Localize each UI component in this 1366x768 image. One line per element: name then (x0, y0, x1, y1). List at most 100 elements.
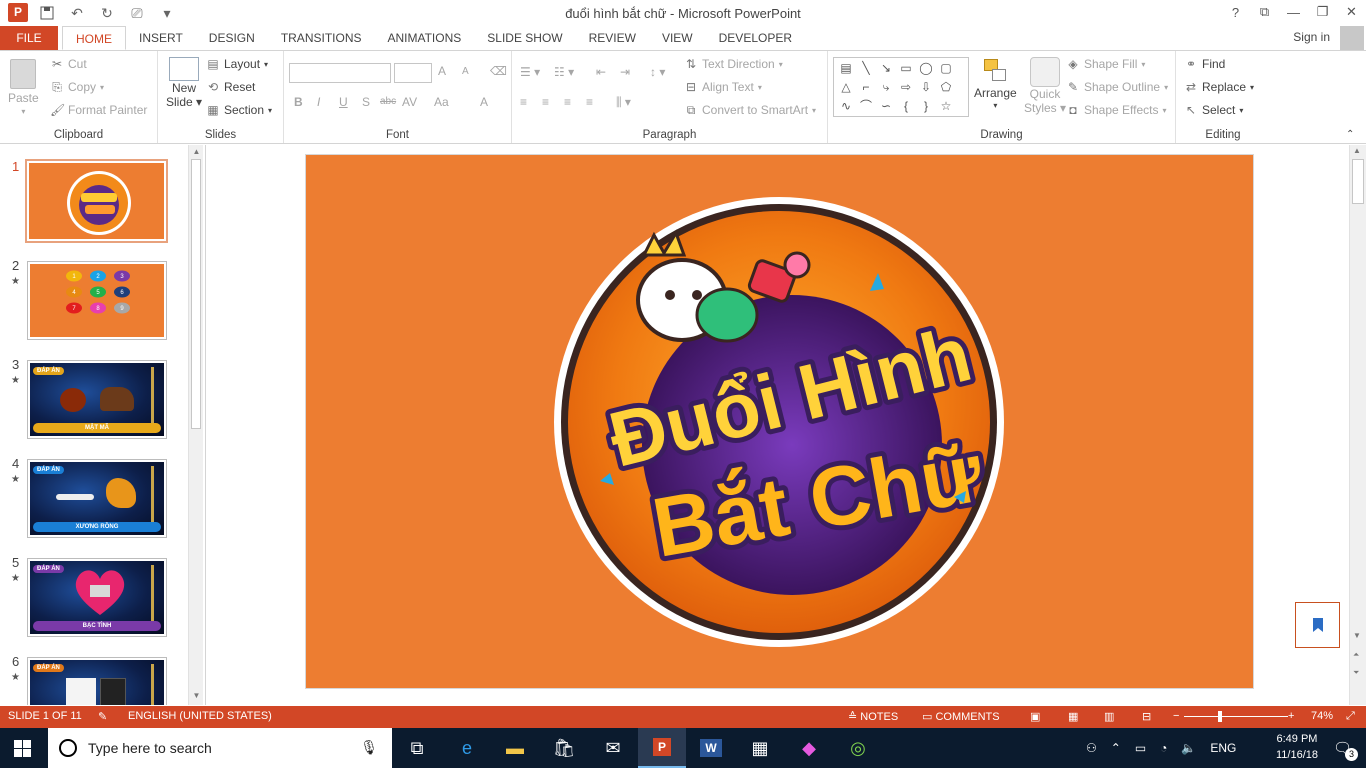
rounded-rect-shape-icon[interactable]: ▢ (936, 59, 956, 78)
justify-icon[interactable]: ≡ (586, 95, 593, 109)
tab-animations[interactable]: ANIMATIONS (374, 26, 474, 50)
next-slide-icon[interactable]: ⏷ (1353, 668, 1359, 678)
tab-slide-show[interactable]: SLIDE SHOW (474, 26, 575, 50)
arc-shape-icon[interactable]: ⌒ (856, 97, 876, 116)
scroll-down-icon[interactable]: ▼ (1353, 631, 1361, 640)
scroll-up-icon[interactable]: ▲ (1353, 146, 1361, 155)
star-shape-icon[interactable]: ☆ (936, 97, 956, 116)
help-button[interactable]: ? (1221, 0, 1250, 24)
scroll-down-icon[interactable]: ▼ (189, 691, 204, 700)
store-icon[interactable]: 🛍 (540, 728, 588, 768)
collapse-ribbon-icon[interactable]: ⌃ (1346, 129, 1354, 140)
textbox-shape-icon[interactable]: ▤ (836, 59, 856, 78)
align-right-icon[interactable]: ≡ (564, 95, 571, 109)
font-name-combo[interactable] (289, 63, 391, 83)
bullets-icon[interactable]: ☰ ▾ (520, 65, 540, 79)
thumbnail-scrollbar[interactable]: ▲ ▼ (188, 145, 203, 705)
clock[interactable]: 6:49 PM 11/16/18 (1276, 731, 1318, 763)
columns-icon[interactable]: ⫼ ▾ (616, 95, 631, 110)
zoom-slider[interactable] (1184, 716, 1288, 717)
strikethrough-button[interactable]: abc (380, 96, 396, 107)
change-case-button[interactable]: Aa (434, 95, 449, 109)
ribbon-display-options-button[interactable]: ⧉ (1250, 0, 1279, 24)
arrange-button[interactable]: Arrange ▾ (974, 57, 1017, 110)
shape-fill-button[interactable]: ◈ Shape Fill ▾ (1066, 57, 1145, 71)
windows-start-icon[interactable] (14, 740, 31, 757)
elbow-connector-shape-icon[interactable]: ⤷ (876, 78, 896, 97)
normal-view-icon[interactable]: ▣ (1030, 710, 1040, 723)
text-direction-button[interactable]: ⇅ Text Direction ▾ (684, 57, 783, 71)
char-spacing-button[interactable]: AV (402, 95, 417, 109)
find-button[interactable]: ⚭ Find (1184, 57, 1225, 71)
game-logo[interactable]: Đuổi Hình Bắt Chữ (552, 195, 1007, 650)
edge-icon[interactable]: e (443, 728, 491, 768)
align-center-icon[interactable]: ≡ (542, 95, 549, 109)
select-button[interactable]: ↖ Select ▾ (1184, 103, 1243, 117)
input-language[interactable]: ENG (1210, 741, 1236, 755)
increase-indent-icon[interactable]: ⇥ (620, 65, 630, 79)
scroll-thumb[interactable] (191, 159, 201, 429)
scroll-thumb[interactable] (1352, 159, 1364, 204)
layout-button[interactable]: ▤ Layout ▾ (206, 57, 268, 71)
grow-font-button[interactable]: A (438, 64, 446, 78)
section-button[interactable]: ▦ Section ▾ (206, 103, 272, 117)
align-text-button[interactable]: ⊟ Align Text ▾ (684, 80, 762, 94)
volume-icon[interactable]: 🔈 (1181, 741, 1196, 755)
task-view-icon[interactable]: ⧉ (393, 728, 441, 768)
current-slide[interactable]: Đuổi Hình Bắt Chữ (305, 154, 1254, 689)
close-button[interactable]: ✕ (1337, 0, 1366, 24)
wifi-icon[interactable]: ◔ (1160, 741, 1167, 755)
show-hidden-icons-icon[interactable]: ⌃ (1111, 741, 1121, 755)
down-arrow-shape-icon[interactable]: ⇩ (916, 78, 936, 97)
slide-thumbnail-2[interactable]: 1 2 3 4 5 6 7 8 9 (27, 261, 167, 340)
sign-in-link[interactable]: Sign in (1293, 30, 1330, 44)
font-color-button[interactable]: A (480, 95, 488, 109)
slideshow-view-icon[interactable]: ⊟ (1142, 710, 1151, 723)
tab-developer[interactable]: DEVELOPER (706, 26, 805, 50)
oval-shape-icon[interactable]: ◯ (916, 59, 936, 78)
replace-button[interactable]: ⇄ Replace ▾ (1184, 80, 1254, 94)
tab-home[interactable]: HOME (62, 26, 126, 50)
spell-check-icon[interactable]: ✎ (98, 710, 107, 723)
brace-right-shape-icon[interactable]: } (916, 97, 936, 116)
shrink-font-button[interactable]: A (462, 66, 469, 77)
tab-insert[interactable]: INSERT (126, 26, 196, 50)
line-shape-icon[interactable]: ╲ (856, 59, 876, 78)
freeform-shape-icon[interactable]: ⬠ (936, 78, 956, 97)
zoom-level[interactable]: 74% (1311, 710, 1333, 722)
avatar[interactable] (1340, 26, 1364, 50)
numbering-icon[interactable]: ☷ ▾ (554, 65, 574, 79)
shape-effects-button[interactable]: ◘ Shape Effects ▾ (1066, 103, 1166, 117)
italic-button[interactable]: I (317, 95, 320, 109)
right-arrow-shape-icon[interactable]: ⇨ (896, 78, 916, 97)
zoom-out-icon[interactable]: − (1173, 710, 1179, 722)
copy-button[interactable]: ⎘ Copy ▾ (50, 80, 104, 94)
bold-button[interactable]: B (294, 95, 303, 109)
zoom-in-icon[interactable]: + (1288, 710, 1294, 722)
scroll-up-icon[interactable]: ▲ (189, 147, 204, 156)
minimize-button[interactable]: — (1279, 0, 1308, 24)
tab-transitions[interactable]: TRANSITIONS (268, 26, 375, 50)
scribble-shape-icon[interactable]: ∽ (876, 97, 896, 116)
restore-button[interactable]: ❐ (1308, 0, 1337, 24)
reset-button[interactable]: ⟲ Reset (206, 80, 255, 94)
format-painter-button[interactable]: 🖌 Format Painter (50, 103, 147, 117)
slide-thumbnail-6[interactable]: ĐÁP ÁN (27, 657, 167, 705)
word-taskbar-icon[interactable]: W (687, 728, 735, 768)
comments-button[interactable]: ▭ COMMENTS (922, 710, 1000, 723)
slide-thumbnail-4[interactable]: ĐÁP ÁN XƯƠNG RỒNG (27, 459, 167, 538)
tab-file[interactable]: FILE (0, 26, 58, 50)
connector-shape-icon[interactable]: ⌐ (856, 78, 876, 97)
shapes-gallery[interactable]: ▤ ╲ ↘ ▭ ◯ ▢ △ ⌐ ⤷ ⇨ ⇩ ⬠ ∿ ⌒ ∽ { } ☆ (833, 57, 969, 117)
bookmark-button[interactable] (1295, 602, 1340, 648)
triangle-shape-icon[interactable]: △ (836, 78, 856, 97)
clear-formatting-icon[interactable]: ⌫ (490, 64, 507, 78)
coccoc-browser-icon[interactable]: ◎ (834, 728, 882, 768)
fit-slide-icon[interactable]: ⤢ (1346, 710, 1355, 723)
battery-icon[interactable]: ▭ (1135, 741, 1146, 755)
slide-thumbnail-3[interactable]: ĐÁP ÁN MẬT MÃ (27, 360, 167, 439)
curve-shape-icon[interactable]: ∿ (836, 97, 856, 116)
search-input[interactable]: Type here to search (88, 740, 212, 756)
people-icon[interactable]: ⚇ (1086, 741, 1097, 755)
slide-thumbnail-5[interactable]: ĐÁP ÁN BẠC TÌNH (27, 558, 167, 637)
